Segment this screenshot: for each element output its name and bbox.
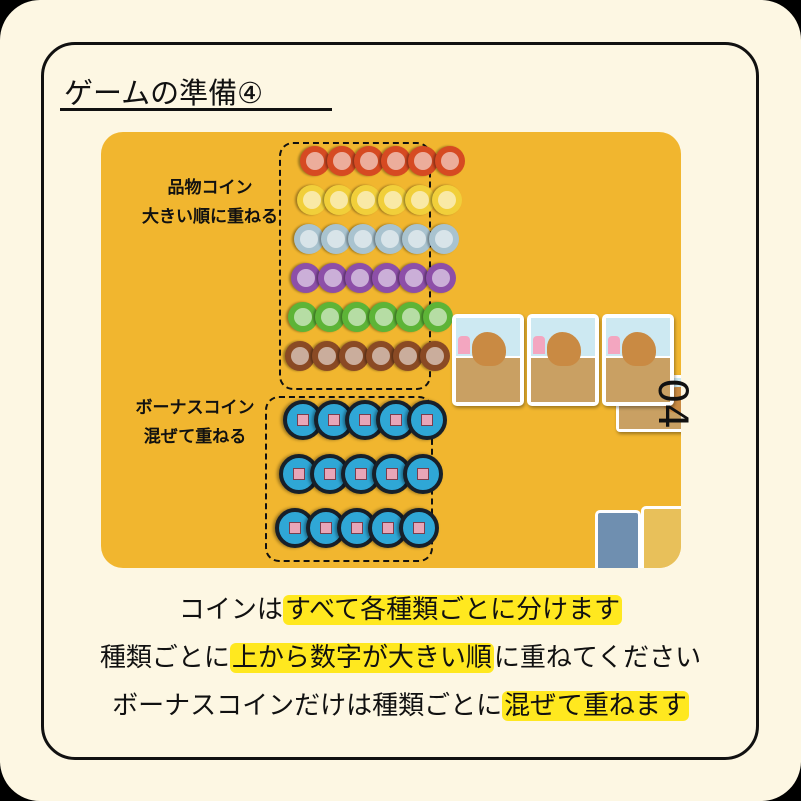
hand-card xyxy=(595,510,641,568)
goods-coin xyxy=(294,224,324,254)
camel-card xyxy=(527,314,599,406)
bonus-coin-label: ボーナスコイン 混ぜて重ねる xyxy=(115,394,275,452)
bonus-coin-row xyxy=(275,508,439,548)
goods-coin xyxy=(423,302,453,332)
goods-coin xyxy=(408,146,438,176)
goods-coin-row xyxy=(285,341,450,371)
goods-coin xyxy=(300,146,330,176)
page-number: 04 xyxy=(649,378,695,429)
caption-line-2: 種類ごとに上から数字が大きい順に重ねてください xyxy=(0,639,801,677)
caption-text: に重ねてください xyxy=(493,643,702,673)
goods-coin xyxy=(426,263,456,293)
goods-coin xyxy=(315,302,345,332)
goods-coin xyxy=(339,341,369,371)
caption-text: 種類ごとに xyxy=(99,643,230,673)
goods-coin xyxy=(435,146,465,176)
goods-coin xyxy=(291,263,321,293)
bonus-coin-row xyxy=(279,454,443,494)
goods-coin-row xyxy=(294,224,459,254)
goods-coin xyxy=(297,185,327,215)
goods-coin xyxy=(324,185,354,215)
goods-coin xyxy=(429,224,459,254)
caption-highlight: すべて各種類ごとに分けます xyxy=(282,595,623,625)
goods-coin xyxy=(351,185,381,215)
goods-coin xyxy=(372,263,402,293)
goods-coin-row xyxy=(300,146,465,176)
goods-coin xyxy=(399,263,429,293)
goods-coin xyxy=(312,341,342,371)
goods-coin xyxy=(318,263,348,293)
page-title: ゲームの準備④ xyxy=(64,76,264,110)
caption-text: コインは xyxy=(178,595,283,625)
goods-coin xyxy=(420,341,450,371)
caption-line-3: ボーナスコインだけは種類ごとに混ぜて重ねます xyxy=(0,687,801,725)
goods-coin xyxy=(327,146,357,176)
goods-coin xyxy=(381,146,411,176)
bonus-coin xyxy=(403,454,443,494)
goods-coin xyxy=(393,341,423,371)
setup-photo: 品物コイン 大きい順に重ねる ボーナスコイン 混ぜて重ねる xyxy=(101,132,681,568)
goods-coin xyxy=(285,341,315,371)
goods-coin xyxy=(405,185,435,215)
goods-coin xyxy=(402,224,432,254)
camel-card xyxy=(452,314,524,406)
title-underline xyxy=(60,108,332,111)
caption-line-1: コインはすべて各種類ごとに分けます xyxy=(0,591,801,629)
goods-label-line2: 大きい順に重ねる xyxy=(142,207,278,227)
bonus-label-line1: ボーナスコイン xyxy=(135,398,255,418)
bonus-coin xyxy=(407,400,447,440)
goods-coin xyxy=(396,302,426,332)
hand-card xyxy=(641,506,681,568)
goods-coin xyxy=(345,263,375,293)
goods-coin xyxy=(375,224,405,254)
goods-coin-row xyxy=(297,185,462,215)
caption-text: ボーナスコインだけは種類ごとに xyxy=(112,691,503,721)
caption-highlight: 混ぜて重ねます xyxy=(502,691,689,721)
goods-coin xyxy=(366,341,396,371)
caption-highlight: 上から数字が大きい順 xyxy=(229,643,494,673)
bonus-coin-row xyxy=(283,400,447,440)
goods-coin xyxy=(369,302,399,332)
bonus-label-line2: 混ぜて重ねる xyxy=(143,427,247,447)
goods-coin-row xyxy=(291,263,456,293)
goods-coin xyxy=(354,146,384,176)
goods-coin xyxy=(342,302,372,332)
goods-coin xyxy=(288,302,318,332)
bonus-coin xyxy=(399,508,439,548)
goods-label-line1: 品物コイン xyxy=(167,178,253,198)
goods-coin xyxy=(378,185,408,215)
goods-coin-label: 品物コイン 大きい順に重ねる xyxy=(135,174,285,232)
goods-coin xyxy=(432,185,462,215)
goods-coin xyxy=(348,224,378,254)
goods-coin xyxy=(321,224,351,254)
goods-coin-row xyxy=(288,302,453,332)
